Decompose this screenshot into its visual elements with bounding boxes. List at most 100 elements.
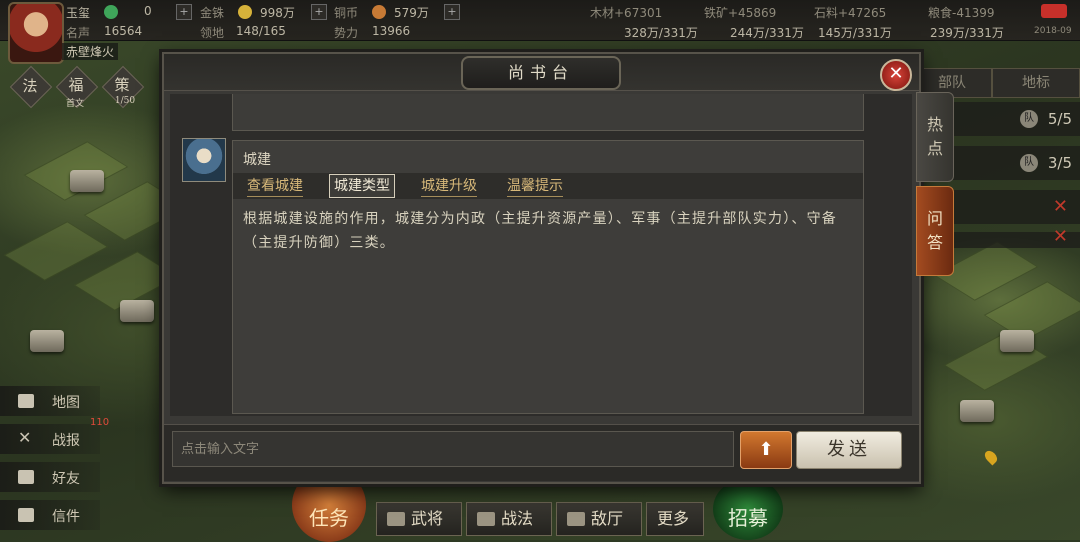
policy-strategy: 策: [114, 76, 130, 94]
close-icon[interactable]: ✕: [1053, 196, 1068, 217]
chat-area[interactable]: 城建 查看城建 城建类型 城建升级 温馨提示 根据城建设施的作用，城建分为内政（…: [170, 94, 912, 416]
gold-icon: [238, 5, 252, 19]
map-city: [70, 170, 104, 192]
notification-icon[interactable]: [1041, 4, 1067, 18]
scroll-up-button[interactable]: ⬆: [740, 431, 792, 469]
send-button[interactable]: 发送: [796, 431, 902, 469]
player-avatar[interactable]: [8, 2, 64, 64]
task-label: 任务: [309, 506, 349, 530]
qa-label: 问答: [926, 209, 943, 252]
fame-value: 16564: [104, 24, 143, 38]
map-city: [30, 330, 64, 352]
troop-badge: 队: [1020, 154, 1038, 172]
coin-icon: [104, 5, 118, 19]
building-icon: [567, 512, 585, 526]
land-label: 领地: [200, 26, 225, 40]
tab-view-building[interactable]: 查看城建: [247, 176, 303, 197]
map-city: [120, 300, 154, 322]
gold-value: 998万: [260, 6, 295, 20]
hall-label: 敌厅: [591, 509, 624, 528]
scroll-icon: [477, 512, 495, 526]
left-menu-friends-label: 好友: [52, 471, 80, 487]
tab-landmark[interactable]: 地标: [992, 68, 1080, 98]
add-resource-button[interactable]: +: [444, 4, 460, 20]
troop-count: 3/5: [1047, 154, 1072, 172]
left-menu-mail-label: 信件: [52, 509, 80, 525]
policy-bar: 法 福 首文 策 1/50: [9, 65, 152, 109]
tab-tips[interactable]: 温馨提示: [507, 176, 563, 197]
close-button[interactable]: ✕: [880, 59, 912, 91]
recruit-label: 招募: [728, 506, 768, 530]
message-input[interactable]: 点击输入文字: [172, 431, 734, 467]
grain-store: 239万/331万: [930, 26, 1004, 40]
crossed-swords-icon: ✕: [18, 428, 32, 447]
shangshutai-dialog: 尚书台 ✕ 城建 查看城建 城建类型 城建升级 温馨提示 根据城建设施的作用，城…: [162, 52, 921, 484]
tab-qa[interactable]: 问答: [916, 186, 954, 276]
policy-strategy-sub: 1/50: [114, 96, 136, 106]
player-name: 玉玺: [66, 6, 91, 20]
dialog-header: 尚书台 ✕: [164, 54, 919, 91]
map-tile: [3, 221, 109, 281]
power-value: 13966: [372, 24, 411, 38]
input-bar: 点击输入文字 ⬆ 发送: [164, 424, 919, 481]
add-copper-button[interactable]: +: [311, 4, 327, 20]
generals-button[interactable]: 武将: [376, 502, 462, 536]
close-icon[interactable]: ✕: [1053, 226, 1068, 247]
stone-rate: 石料+47265: [814, 6, 887, 20]
left-menu-mail[interactable]: 信件: [0, 500, 100, 530]
season-label: 赤壁烽火: [62, 43, 119, 60]
map-marker-icon[interactable]: [982, 448, 1000, 466]
copper-icon: [372, 5, 386, 19]
tab-building-types[interactable]: 城建类型: [329, 174, 395, 198]
hall-button[interactable]: 敌厅: [556, 502, 642, 536]
policy-fortune: 福: [68, 76, 84, 94]
arrow-up-icon: ⬆: [758, 439, 774, 460]
gold-label: 金铢: [200, 6, 225, 20]
wood-rate: 木材+67301: [590, 6, 663, 20]
tab-hot-topics[interactable]: 热点: [916, 92, 954, 182]
map-icon: [18, 394, 34, 408]
fame-label: 名声: [66, 26, 91, 40]
tactics-label: 战法: [501, 509, 534, 528]
stone-store: 145万/331万: [818, 26, 892, 40]
envelope-icon: [18, 508, 34, 522]
troop-count: 5/5: [1047, 110, 1072, 128]
copper-label: 铜币: [334, 6, 359, 20]
dialog-title: 尚书台: [461, 56, 621, 90]
advisor-avatar: [182, 138, 226, 182]
previous-message-card: [232, 94, 864, 131]
copper-value: 579万: [394, 6, 429, 20]
left-menu-report[interactable]: ✕ 战报: [0, 424, 100, 454]
reply-card: 城建 查看城建 城建类型 城建升级 温馨提示 根据城建设施的作用，城建分为内政（…: [232, 140, 864, 414]
friends-icon: [18, 470, 34, 484]
clock-text: 2018-09: [1034, 26, 1072, 36]
left-menu-map[interactable]: 地图: [0, 386, 100, 416]
recruit-button[interactable]: 招募: [713, 478, 783, 540]
wood-store: 328万/331万: [624, 26, 698, 40]
add-gold-button[interactable]: +: [176, 4, 192, 20]
left-menu-map-label: 地图: [52, 395, 80, 411]
top-status-bar: 玉玺 0 + 金铢 998万 + 铜币 579万 + 名声 16564 领地 1…: [0, 0, 1080, 41]
iron-rate: 铁矿+45869: [704, 6, 777, 20]
map-city: [960, 400, 994, 422]
map-city: [1000, 330, 1034, 352]
left-menu-friends[interactable]: 好友: [0, 462, 100, 492]
report-count-badge: 110: [90, 417, 110, 428]
coin-value: 0: [144, 4, 152, 18]
helmet-icon: [387, 512, 405, 526]
more-button[interactable]: 更多: [646, 502, 704, 536]
question-tabs: 查看城建 城建类型 城建升级 温馨提示: [233, 173, 863, 199]
land-value: 148/165: [236, 24, 286, 38]
left-menu-report-label: 战报: [52, 433, 80, 449]
policy-fortune-sub: 首文: [65, 99, 84, 109]
tactics-button[interactable]: 战法: [466, 502, 552, 536]
policy-law: 法: [22, 77, 38, 95]
answer-text: 根据城建设施的作用，城建分为内政（主提升资源产量）、军事（主提升部队实力）、守备…: [243, 211, 837, 251]
tab-building-upgrade[interactable]: 城建升级: [421, 176, 477, 197]
more-label: 更多: [657, 509, 690, 528]
iron-store: 244万/331万: [730, 26, 804, 40]
reply-title: 城建: [243, 152, 271, 168]
power-label: 势力: [334, 26, 359, 40]
generals-label: 武将: [411, 509, 444, 528]
hot-topics-label: 热点: [926, 115, 943, 158]
